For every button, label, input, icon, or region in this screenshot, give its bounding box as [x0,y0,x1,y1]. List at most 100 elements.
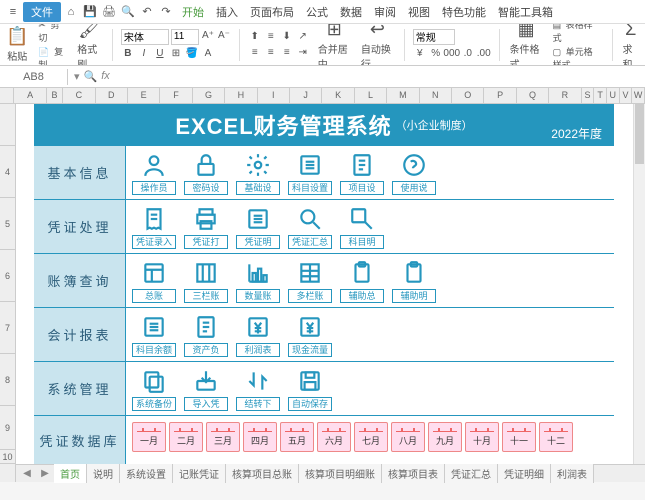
sheet-tab[interactable]: 核算项目表 [382,464,445,483]
nav-icon-item[interactable]: 系统备份 [132,366,176,411]
indent-icon[interactable]: ⇥ [296,46,310,60]
sheet-tab[interactable]: 凭证汇总 [445,464,498,483]
nav-icon-item[interactable]: 科目设置 [288,150,332,195]
sheet-tab[interactable]: 说明 [87,464,120,483]
nav-icon-item[interactable]: 辅助明 [392,258,436,303]
row-header[interactable]: 9 [0,406,15,450]
row-header[interactable]: 6 [0,250,15,302]
orient-icon[interactable]: ↗ [296,30,310,44]
nav-icon-item[interactable]: 基础设 [236,150,280,195]
nav-icon-item[interactable]: 多栏账 [288,258,332,303]
row-header[interactable]: 7 [0,302,15,354]
nav-icon-item[interactable]: 凭证打 [184,204,228,249]
table-style-button[interactable]: ▤ 表格样式 [551,24,604,44]
col-header-A[interactable]: A [14,88,46,103]
cond-format-button[interactable]: ▦条件格式 [508,24,545,66]
sheet-tab[interactable]: 凭证明细 [498,464,551,483]
month-button[interactable]: 七月 [354,422,388,452]
col-header-R[interactable]: R [549,88,581,103]
sum-button[interactable]: Σ求和 [620,24,641,66]
col-header-H[interactable]: H [225,88,257,103]
align-left-icon[interactable]: ≡ [248,46,262,60]
nav-icon-item[interactable]: 自动保存 [288,366,332,411]
nav-icon-item[interactable]: 科目明 [340,204,384,249]
col-header-D[interactable]: D [96,88,128,103]
font-name-select[interactable] [121,29,169,45]
month-button[interactable]: 二月 [169,422,203,452]
col-header-F[interactable]: F [160,88,192,103]
row-header[interactable]: 10 [0,450,15,464]
dec-dec-icon[interactable]: .00 [477,47,491,61]
month-button[interactable]: 十月 [465,422,499,452]
sheet-tab[interactable]: 利润表 [551,464,594,483]
col-header-T[interactable]: T [594,88,607,103]
col-header-O[interactable]: O [452,88,484,103]
align-right-icon[interactable]: ≡ [280,46,294,60]
comma-icon[interactable]: 000 [445,47,459,61]
number-format-select[interactable] [413,29,455,45]
month-button[interactable]: 三月 [206,422,240,452]
col-header-I[interactable]: I [258,88,290,103]
cell-reference[interactable]: AB8 [0,69,68,85]
nav-icon-item[interactable]: 使用说 [392,150,436,195]
row-header[interactable] [0,104,15,146]
month-button[interactable]: 十一 [502,422,536,452]
vertical-scrollbar[interactable] [633,104,645,464]
fill-color-icon[interactable]: 🪣 [185,47,199,61]
col-header-K[interactable]: K [322,88,354,103]
align-mid-icon[interactable]: ≡ [264,30,278,44]
nav-icon-item[interactable]: 利润表 [236,312,280,357]
wrap-button[interactable]: ↩自动换行 [359,24,396,66]
col-header-Q[interactable]: Q [517,88,549,103]
col-header-L[interactable]: L [355,88,387,103]
font-size-select[interactable] [171,29,199,45]
menu-tab-2[interactable]: 页面布局 [244,5,300,21]
col-header-E[interactable]: E [128,88,160,103]
month-button[interactable]: 五月 [280,422,314,452]
cut-button[interactable]: ✂ 剪切 [36,24,69,44]
sheet-tab[interactable]: 系统设置 [120,464,173,483]
nav-icon-item[interactable]: 凭证汇总 [288,204,332,249]
nav-icon-item[interactable]: 密码设 [184,150,228,195]
cell-dropdown-icon[interactable]: ▾ [74,70,80,83]
col-header-P[interactable]: P [484,88,516,103]
row-header[interactable]: 5 [0,198,15,250]
sheet-tab[interactable]: 记账凭证 [173,464,226,483]
nav-icon-item[interactable]: 总账 [132,258,176,303]
sheet-tab[interactable]: 核算项目明细账 [299,464,382,483]
align-bot-icon[interactable]: ⬇ [280,30,294,44]
currency-icon[interactable]: ¥ [413,47,427,61]
nav-icon-item[interactable]: 结转下 [236,366,280,411]
nav-icon-item[interactable]: 辅助总 [340,258,384,303]
menu-tab-0[interactable]: 开始 [176,5,210,21]
undo-icon[interactable]: ↶ [138,3,156,21]
month-button[interactable]: 八月 [391,422,425,452]
search-icon[interactable]: 🔍 [84,70,98,83]
col-header-W[interactable]: W [632,88,645,103]
month-button[interactable]: 一月 [132,422,166,452]
col-header-G[interactable]: G [193,88,225,103]
merge-button[interactable]: ⊞合并居中 [316,24,353,66]
italic-icon[interactable]: I [137,47,151,61]
nav-icon-item[interactable]: 凭证明 [236,204,280,249]
decrease-font-icon[interactable]: A⁻ [217,29,231,43]
sheet-tab[interactable]: 核算项目总账 [226,464,299,483]
col-header-S[interactable]: S [582,88,595,103]
redo-icon[interactable]: ↷ [157,3,175,21]
nav-icon-item[interactable]: 资产负 [184,312,228,357]
border-icon[interactable]: ⊞ [169,47,183,61]
row-header[interactable]: 4 [0,146,15,198]
font-color-icon[interactable]: A [201,47,215,61]
sheet-nav-icon[interactable]: ◀ [18,468,36,479]
percent-icon[interactable]: % [429,47,443,61]
save-icon[interactable]: 💾 [81,3,99,21]
menu-tab-4[interactable]: 数据 [334,5,368,21]
print-icon[interactable]: 🖨 [100,3,118,21]
menu-tab-3[interactable]: 公式 [300,5,334,21]
month-button[interactable]: 九月 [428,422,462,452]
menu-tab-5[interactable]: 审阅 [368,5,402,21]
nav-icon-item[interactable]: 数量账 [236,258,280,303]
month-button[interactable]: 十二 [539,422,573,452]
nav-icon-item[interactable]: 操作员 [132,150,176,195]
align-center-icon[interactable]: ≡ [264,46,278,60]
